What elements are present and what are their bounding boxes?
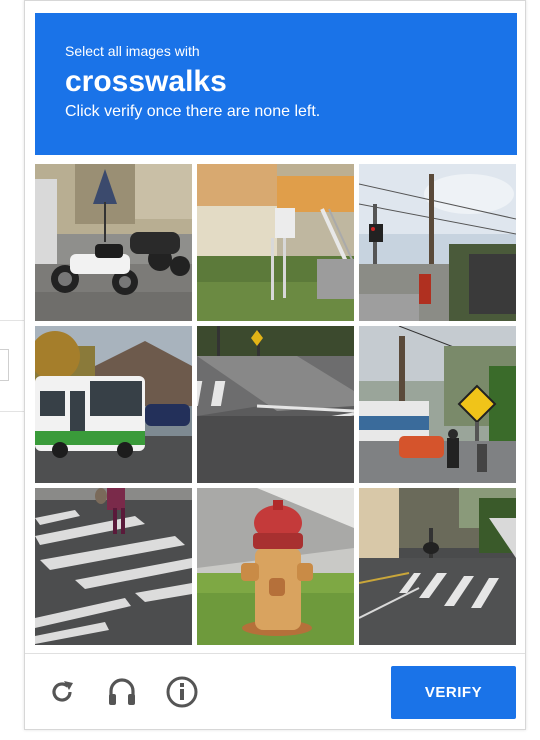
tile-image-bus [35, 326, 192, 483]
tile-image-crosswalk-pedestrian [35, 488, 192, 645]
image-tile-2[interactable] [197, 164, 354, 321]
side-tab-notch [0, 349, 9, 381]
audio-challenge-button[interactable] [105, 675, 139, 709]
tile-image-pedestrian-sign [359, 326, 516, 483]
image-tile-8[interactable] [197, 488, 354, 645]
tile-image-crosswalk-intersection [197, 326, 354, 483]
instruction-text: Select all images with [65, 43, 200, 59]
tile-image-fire-hydrant [197, 488, 354, 645]
image-tile-3[interactable] [359, 164, 516, 321]
headphones-icon [109, 678, 135, 705]
info-button[interactable] [165, 675, 199, 709]
image-tile-6[interactable] [359, 326, 516, 483]
tile-image-traffic-light [359, 164, 516, 321]
instruction-subtext: Click verify once there are none left. [65, 103, 321, 120]
image-tile-5[interactable] [197, 326, 354, 483]
footer-divider [25, 653, 525, 654]
tile-image-street-crosswalk [359, 488, 516, 645]
image-tile-7[interactable] [35, 488, 192, 645]
challenge-header: Select all images with crosswalks Click … [35, 13, 517, 155]
verify-button[interactable]: VERIFY [391, 666, 516, 719]
image-tile-9[interactable] [359, 488, 516, 645]
tile-image-building [197, 164, 354, 321]
target-keyword: crosswalks [65, 65, 227, 98]
captcha-challenge: Select all images with crosswalks Click … [24, 0, 526, 730]
image-tile-1[interactable] [35, 164, 192, 321]
reload-icon [52, 681, 73, 702]
image-grid [35, 164, 517, 645]
image-tile-4[interactable] [35, 326, 192, 483]
reload-button[interactable] [45, 675, 79, 709]
tile-image-motorcycles [35, 164, 192, 321]
info-icon [166, 676, 198, 708]
